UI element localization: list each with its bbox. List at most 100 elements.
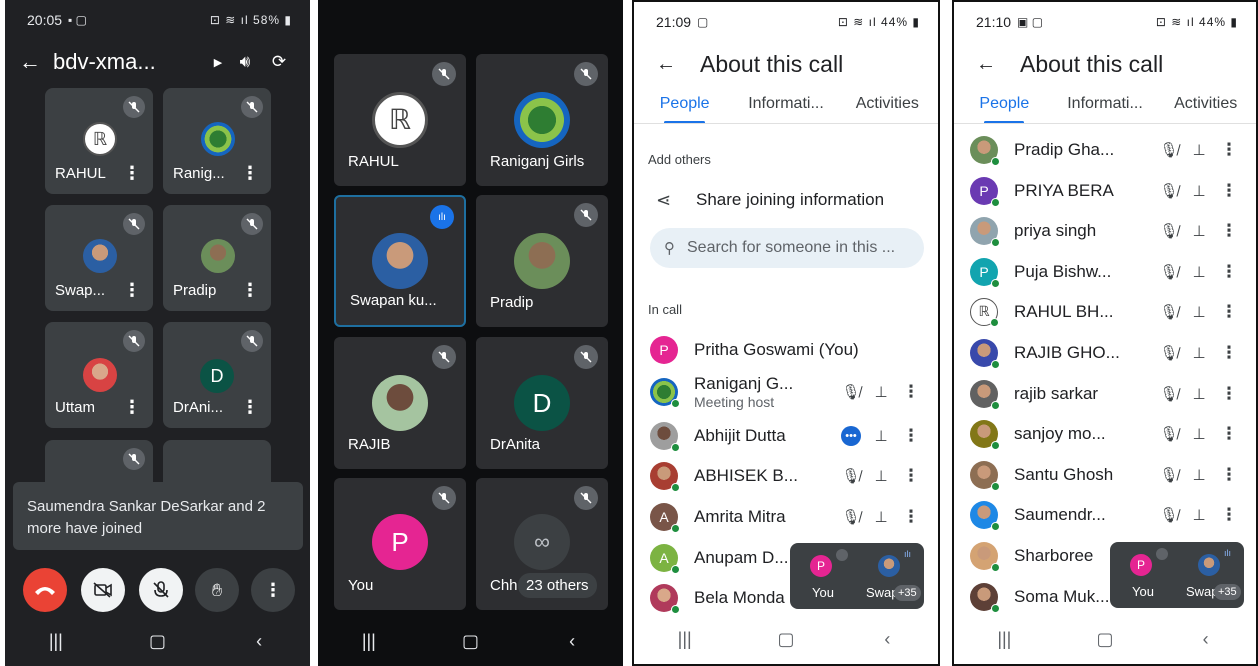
home-icon[interactable]: ▢ bbox=[1090, 629, 1120, 650]
home-icon[interactable]: ▢ bbox=[142, 631, 172, 652]
participant-tile[interactable]: Swap... ⋮ bbox=[45, 205, 153, 311]
participant-tile-self[interactable]: P You bbox=[334, 478, 466, 610]
more-vert-icon[interactable]: ⋮ bbox=[1214, 221, 1244, 241]
participant-row[interactable]: RAJIB GHO... 🎙︎̸ ⊥ ⋮ bbox=[954, 333, 1256, 373]
more-vert-icon[interactable]: ⋮ bbox=[241, 397, 259, 418]
tab-people[interactable]: People bbox=[954, 88, 1055, 123]
more-vert-icon[interactable]: ⋮ bbox=[896, 426, 926, 446]
pin-icon[interactable]: ⊥ bbox=[866, 427, 896, 445]
participant-row[interactable]: Santu Ghosh 🎙︎̸ ⊥ ⋮ bbox=[954, 455, 1256, 495]
more-vert-icon[interactable]: ⋮ bbox=[1214, 343, 1244, 363]
tab-people[interactable]: People bbox=[634, 88, 735, 123]
participant-row[interactable]: P PRIYA BERA 🎙︎̸ ⊥ ⋮ bbox=[954, 171, 1256, 211]
camera-toggle-button[interactable] bbox=[81, 568, 125, 612]
more-options-button[interactable]: ⋮ bbox=[251, 568, 295, 612]
pin-icon[interactable]: ⊥ bbox=[866, 383, 896, 401]
switch-camera-icon[interactable]: ⟳ bbox=[262, 52, 296, 72]
back-arrow-icon[interactable]: ← bbox=[976, 53, 1020, 76]
more-vert-icon[interactable]: ⋮ bbox=[123, 280, 141, 301]
pin-icon[interactable]: ⊥ bbox=[1184, 385, 1214, 403]
participant-row[interactable]: Pradip Gha... 🎙︎̸ ⊥ ⋮ bbox=[954, 130, 1256, 170]
participant-tile[interactable]: Raniganj Girls bbox=[476, 54, 608, 186]
participant-tile[interactable]: D DrAnita bbox=[476, 337, 608, 469]
participant-row[interactable]: rajib sarkar 🎙︎̸ ⊥ ⋮ bbox=[954, 374, 1256, 414]
home-icon[interactable]: ▢ bbox=[455, 631, 485, 652]
participant-tile[interactable]: ℝ RAHUL bbox=[334, 54, 466, 186]
more-vert-icon[interactable]: ⋮ bbox=[1214, 262, 1244, 282]
others-tile[interactable]: ∞ Chh 23 others bbox=[476, 478, 608, 610]
mic-off-icon[interactable]: 🎙︎̸ bbox=[1154, 425, 1184, 443]
more-vert-icon[interactable]: ⋮ bbox=[241, 163, 259, 184]
tab-information[interactable]: Informati... bbox=[735, 88, 836, 123]
mic-off-icon[interactable]: 🎙︎̸ bbox=[1154, 182, 1184, 200]
raise-hand-button[interactable]: ✋︎ bbox=[195, 568, 239, 612]
participant-tile[interactable]: Pradip ⋮ bbox=[163, 205, 271, 311]
back-icon[interactable]: ‹ bbox=[1191, 629, 1221, 650]
picture-in-picture[interactable]: P You ılı Swap +35 bbox=[790, 543, 924, 609]
participant-tile[interactable]: Uttam ⋮ bbox=[45, 322, 153, 428]
back-icon[interactable]: ‹ bbox=[244, 631, 274, 652]
mic-off-icon[interactable]: 🎙︎̸ bbox=[836, 383, 866, 401]
participant-row[interactable]: A Amrita Mitra 🎙︎̸ ⊥ ⋮ bbox=[634, 497, 938, 537]
back-arrow-icon[interactable]: ← bbox=[656, 53, 700, 76]
tab-information[interactable]: Informati... bbox=[1055, 88, 1156, 123]
mic-off-icon[interactable]: 🎙︎̸ bbox=[836, 467, 866, 485]
participant-tile[interactable]: ℝ RAHUL ⋮ bbox=[45, 88, 153, 194]
pin-icon[interactable]: ⊥ bbox=[1184, 182, 1214, 200]
participant-row[interactable]: P Puja Bishw... 🎙︎̸ ⊥ ⋮ bbox=[954, 252, 1256, 292]
pin-icon[interactable]: ⊥ bbox=[1184, 344, 1214, 362]
mic-off-icon[interactable]: 🎙︎̸ bbox=[1154, 141, 1184, 159]
pin-icon[interactable]: ⊥ bbox=[1184, 466, 1214, 484]
pin-icon[interactable]: ⊥ bbox=[1184, 506, 1214, 524]
mic-off-icon[interactable]: 🎙︎̸ bbox=[1154, 303, 1184, 321]
back-icon[interactable]: ‹ bbox=[557, 631, 587, 652]
mic-off-icon[interactable]: 🎙︎̸ bbox=[1154, 385, 1184, 403]
recents-icon[interactable]: ||| bbox=[989, 629, 1019, 650]
mic-off-icon[interactable]: 🎙︎̸ bbox=[1154, 344, 1184, 362]
mic-off-icon[interactable]: 🎙︎̸ bbox=[836, 508, 866, 526]
more-vert-icon[interactable]: ⋮ bbox=[1214, 302, 1244, 322]
more-vert-icon[interactable]: ⋮ bbox=[1214, 181, 1244, 201]
more-vert-icon[interactable]: ⋮ bbox=[896, 507, 926, 527]
recents-icon[interactable]: ||| bbox=[354, 631, 384, 652]
more-vert-icon[interactable]: ⋮ bbox=[123, 163, 141, 184]
participant-row[interactable]: Saumendr... 🎙︎̸ ⊥ ⋮ bbox=[954, 495, 1256, 535]
more-vert-icon[interactable]: ⋮ bbox=[1214, 424, 1244, 444]
participant-tile[interactable]: Pradip bbox=[476, 195, 608, 327]
participant-tile[interactable]: D DrAni... ⋮ bbox=[163, 322, 271, 428]
mic-off-icon[interactable]: 🎙︎̸ bbox=[1154, 222, 1184, 240]
participant-row[interactable]: Raniganj G... Meeting host 🎙︎̸ ⊥ ⋮ bbox=[634, 372, 938, 412]
recents-icon[interactable]: ||| bbox=[41, 631, 71, 652]
participant-tile-speaking[interactable]: ılı Swapan ku... bbox=[334, 195, 466, 327]
more-vert-icon[interactable]: ⋮ bbox=[1214, 505, 1244, 525]
participant-row[interactable]: sanjoy mo... 🎙︎̸ ⊥ ⋮ bbox=[954, 414, 1256, 454]
more-vert-icon[interactable]: ⋮ bbox=[896, 382, 926, 402]
pin-icon[interactable]: ⊥ bbox=[1184, 141, 1214, 159]
share-joining-info-row[interactable]: ⋖ Share joining information bbox=[634, 180, 938, 220]
picture-in-picture[interactable]: P You ılı Swap +35 bbox=[1110, 542, 1244, 608]
people-search-input[interactable]: ⚲ Search for someone in this ... bbox=[650, 228, 924, 268]
mic-off-icon[interactable]: 🎙︎̸ bbox=[1154, 466, 1184, 484]
participant-row[interactable]: P Pritha Goswami (You) bbox=[634, 330, 938, 370]
participant-row[interactable]: Abhijit Dutta ••• ⊥ ⋮ bbox=[634, 416, 938, 456]
back-icon[interactable]: ‹ bbox=[872, 629, 902, 650]
mic-toggle-button[interactable] bbox=[139, 568, 183, 612]
pin-icon[interactable]: ⊥ bbox=[1184, 263, 1214, 281]
more-vert-icon[interactable]: ⋮ bbox=[1214, 465, 1244, 485]
pin-icon[interactable]: ⊥ bbox=[866, 467, 896, 485]
pin-icon[interactable]: ⊥ bbox=[1184, 222, 1214, 240]
more-vert-icon[interactable]: ⋮ bbox=[896, 466, 926, 486]
tab-activities[interactable]: Activities bbox=[837, 88, 938, 123]
pin-icon[interactable]: ⊥ bbox=[1184, 303, 1214, 321]
mic-off-icon[interactable]: 🎙︎̸ bbox=[1154, 263, 1184, 281]
participant-row[interactable]: ℝ RAHUL BH... 🎙︎̸ ⊥ ⋮ bbox=[954, 292, 1256, 332]
more-vert-icon[interactable]: ⋮ bbox=[1214, 140, 1244, 160]
speaker-icon[interactable]: 🔊︎ bbox=[228, 52, 262, 72]
participant-row[interactable]: priya singh 🎙︎̸ ⊥ ⋮ bbox=[954, 211, 1256, 251]
more-vert-icon[interactable]: ⋮ bbox=[123, 397, 141, 418]
pin-icon[interactable]: ⊥ bbox=[1184, 425, 1214, 443]
home-icon[interactable]: ▢ bbox=[771, 629, 801, 650]
recents-icon[interactable]: ||| bbox=[670, 629, 700, 650]
participant-tile[interactable]: Ranig... ⋮ bbox=[163, 88, 271, 194]
more-vert-icon[interactable]: ⋮ bbox=[1214, 384, 1244, 404]
